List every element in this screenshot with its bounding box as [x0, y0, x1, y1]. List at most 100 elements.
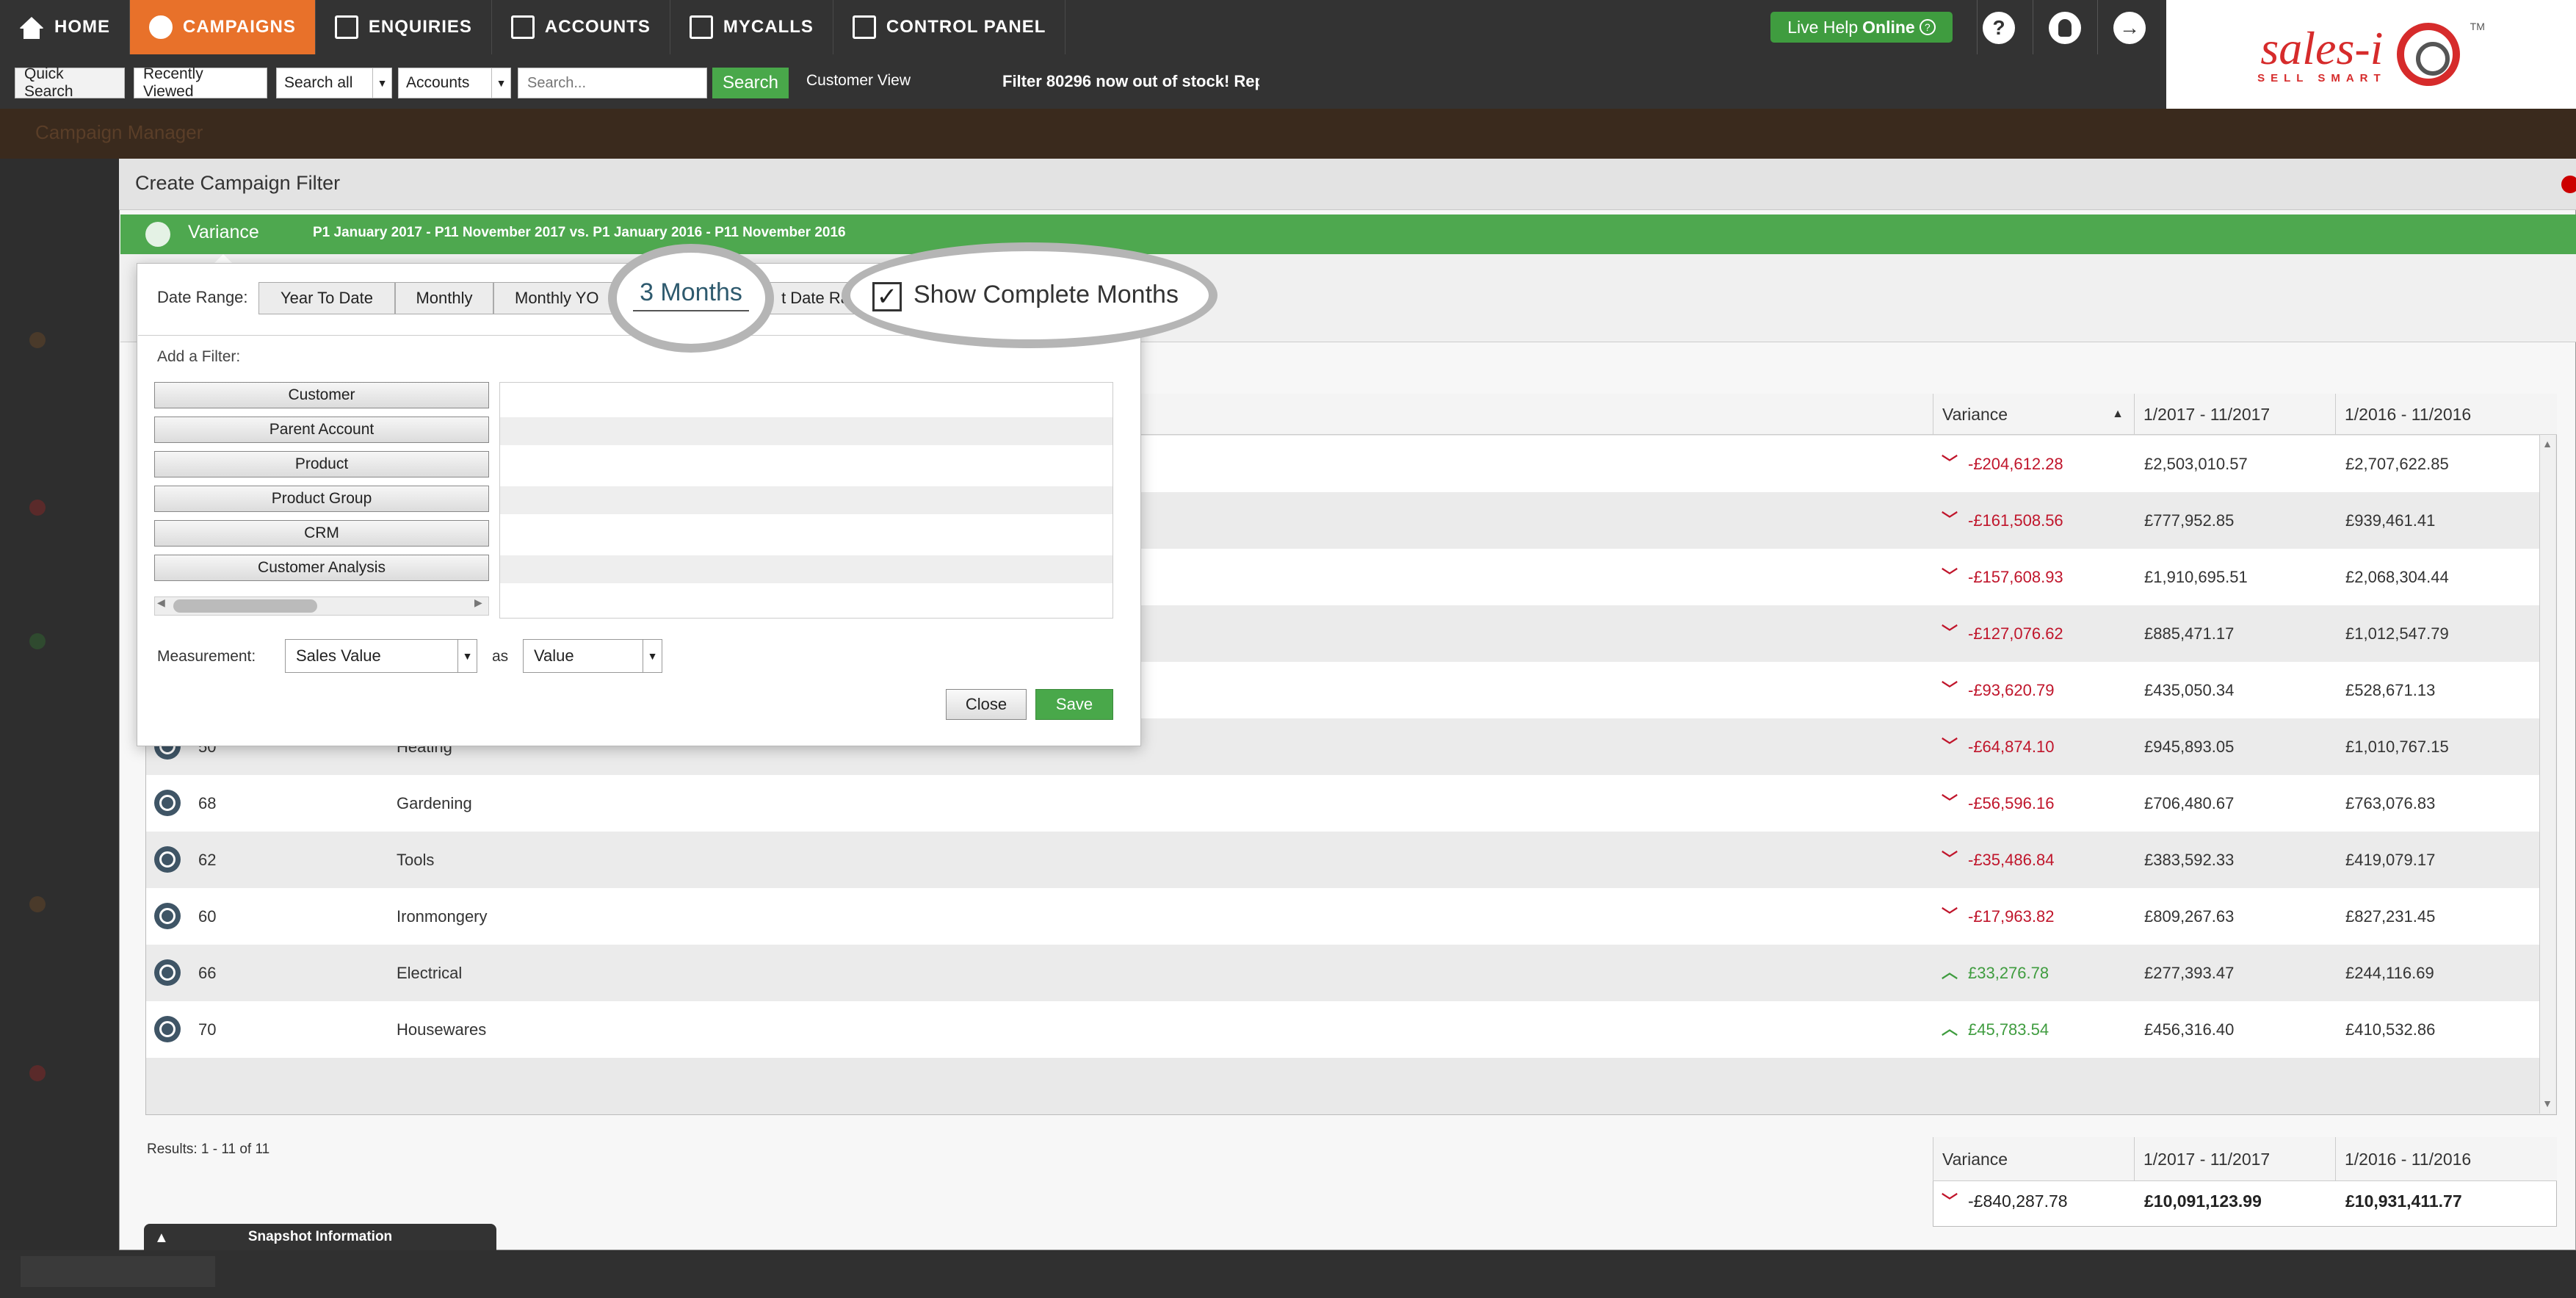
show-complete-months-checkbox[interactable]: ✓ [872, 282, 902, 311]
background-dot [29, 500, 46, 516]
filter-parent-account-label: Parent Account [269, 421, 375, 438]
row-variance: -£161,508.56 [1968, 511, 2063, 530]
nav-mycalls[interactable]: MYCALLS [670, 0, 833, 54]
expand-up-icon: ▲ [154, 1230, 169, 1246]
account-search-icon[interactable] [154, 903, 181, 929]
column-header-variance[interactable]: Variance ▲ [1933, 394, 2134, 435]
date-range-3-months[interactable]: 3 Months [608, 244, 774, 353]
account-search-icon[interactable] [154, 790, 181, 816]
save-button-label: Save [1055, 695, 1093, 713]
snapshot-label: Snapshot Information [247, 1229, 393, 1244]
accounts-icon [510, 15, 535, 39]
chevron-down-icon: ▼ [643, 640, 662, 672]
account-search-icon[interactable] [154, 1016, 181, 1042]
row-code: 70 [198, 1020, 217, 1039]
background-left-panel [0, 159, 119, 1250]
row-name: Housewares [397, 1020, 487, 1039]
row-current-period: £456,316.40 [2144, 1020, 2235, 1039]
scroll-down-icon[interactable]: ▼ [2541, 1097, 2553, 1109]
save-button[interactable]: Save [1035, 689, 1113, 720]
table-vertical-scrollbar[interactable] [2539, 435, 2555, 1114]
column-header-current-period[interactable]: 1/2017 - 11/2017 [2134, 394, 2335, 435]
scrollbar-thumb[interactable] [173, 599, 317, 613]
date-range-year-to-date[interactable]: Year To Date [258, 282, 395, 314]
background-strip-text: Campaign Manager [35, 121, 203, 143]
as-select[interactable]: Value ▼ [523, 639, 662, 673]
live-help-button[interactable]: Live Help Online? [1770, 12, 1953, 43]
as-value: Value [534, 646, 574, 665]
date-range-monthly[interactable]: Monthly [395, 282, 493, 314]
search-entity-select[interactable]: Accounts ▼ [398, 68, 511, 98]
3-months-label: 3 Months [640, 278, 742, 306]
row-code: 68 [198, 794, 217, 812]
nav-campaigns[interactable]: CAMPAIGNS [130, 0, 316, 54]
close-button[interactable]: Close [946, 689, 1027, 720]
chevron-down-icon: ▼ [491, 68, 510, 98]
account-search-icon[interactable] [154, 959, 181, 986]
filter-customer-analysis-label: Customer Analysis [258, 559, 386, 576]
customer-view-link[interactable]: Customer View [806, 72, 911, 90]
row-variance: -£93,620.79 [1968, 681, 2055, 699]
nav-accounts[interactable]: ACCOUNTS [492, 0, 670, 54]
chevron-down-icon: ▼ [457, 640, 477, 672]
year-to-date-label: Year To Date [281, 289, 373, 307]
sales-i-logo: sales-i SELL SMART TM [2166, 0, 2576, 109]
recently-viewed-label: Recently Viewed [143, 65, 203, 100]
filter-parent-account-button[interactable]: Parent Account [154, 417, 489, 443]
control-panel-icon [852, 15, 876, 39]
variance-tab[interactable]: Variance [188, 222, 259, 243]
add-filter-label: Add a Filter: [157, 348, 241, 365]
recently-viewed-button[interactable]: Recently Viewed [134, 65, 267, 100]
show-complete-months-label[interactable]: Show Complete Months [913, 281, 1179, 309]
row-previous-period: £1,010,767.15 [2345, 738, 2449, 756]
current-period-header-label: 1/2017 - 11/2017 [2143, 404, 2271, 424]
measurement-select[interactable]: Sales Value ▼ [285, 639, 477, 673]
filter-customer-button[interactable]: Customer [154, 382, 489, 408]
background-dot [29, 332, 46, 348]
snapshot-information-tab[interactable]: Snapshot Information [144, 1224, 496, 1250]
nav-separator [2097, 0, 2098, 54]
account-search-icon[interactable] [154, 846, 181, 873]
row-variance: -£204,612.28 [1968, 455, 2063, 473]
date-range-monthly-yoy[interactable]: Monthly YO [493, 282, 618, 314]
search-scope-select[interactable]: Search all ▼ [276, 68, 392, 98]
row-current-period: £383,592.33 [2144, 851, 2235, 869]
search-input[interactable] [518, 68, 707, 98]
live-help-label: Live Help [1787, 17, 1859, 37]
nav-enquiries[interactable]: ENQUIRIES [316, 0, 492, 54]
filter-customer-analysis-button[interactable]: Customer Analysis [154, 555, 489, 581]
filter-product-label: Product [294, 455, 349, 472]
scroll-left-icon[interactable]: ◀ [157, 596, 165, 609]
variance-icon [145, 222, 170, 247]
background-footer-button [21, 1256, 215, 1287]
filter-product-group-button[interactable]: Product Group [154, 486, 489, 512]
help-button[interactable]: ? [1983, 12, 2015, 44]
variance-down-icon: ﹀ [1942, 850, 1958, 868]
total-variance: -£840,287.78 [1968, 1191, 2068, 1211]
row-variance: -£17,963.82 [1968, 907, 2055, 926]
search-button[interactable]: Search [712, 68, 789, 98]
live-help-icon: ? [1919, 19, 1936, 35]
filter-product-button[interactable]: Product [154, 451, 489, 477]
logout-button[interactable]: → [2113, 12, 2146, 44]
quick-search-label: Quick Search [24, 65, 73, 100]
row-variance: £45,783.54 [1968, 1020, 2049, 1039]
nav-control-panel[interactable]: CONTROL PANEL [833, 0, 1066, 54]
user-profile-button[interactable] [2049, 12, 2081, 44]
home-icon [19, 17, 44, 39]
monthly-yoy-label: Monthly YO [515, 289, 599, 307]
scroll-up-icon[interactable]: ▲ [2541, 438, 2553, 450]
column-header-previous-period[interactable]: 1/2016 - 11/2016 [2335, 394, 2539, 435]
measurement-label: Measurement: [157, 648, 256, 665]
row-previous-period: £2,707,622.85 [2345, 455, 2449, 473]
quick-search-button[interactable]: Quick Search [15, 65, 125, 100]
background-dot [29, 633, 46, 649]
row-current-period: £809,267.63 [2144, 907, 2235, 926]
nav-home[interactable]: HOME [0, 0, 130, 54]
scroll-right-icon[interactable]: ▶ [474, 596, 482, 609]
help-icon: ? [1992, 16, 2005, 39]
filter-crm-button[interactable]: CRM [154, 520, 489, 547]
search-button-label: Search [722, 73, 779, 93]
modal-close-icon[interactable] [2561, 176, 2576, 193]
variance-header-label: Variance [1942, 404, 2008, 424]
